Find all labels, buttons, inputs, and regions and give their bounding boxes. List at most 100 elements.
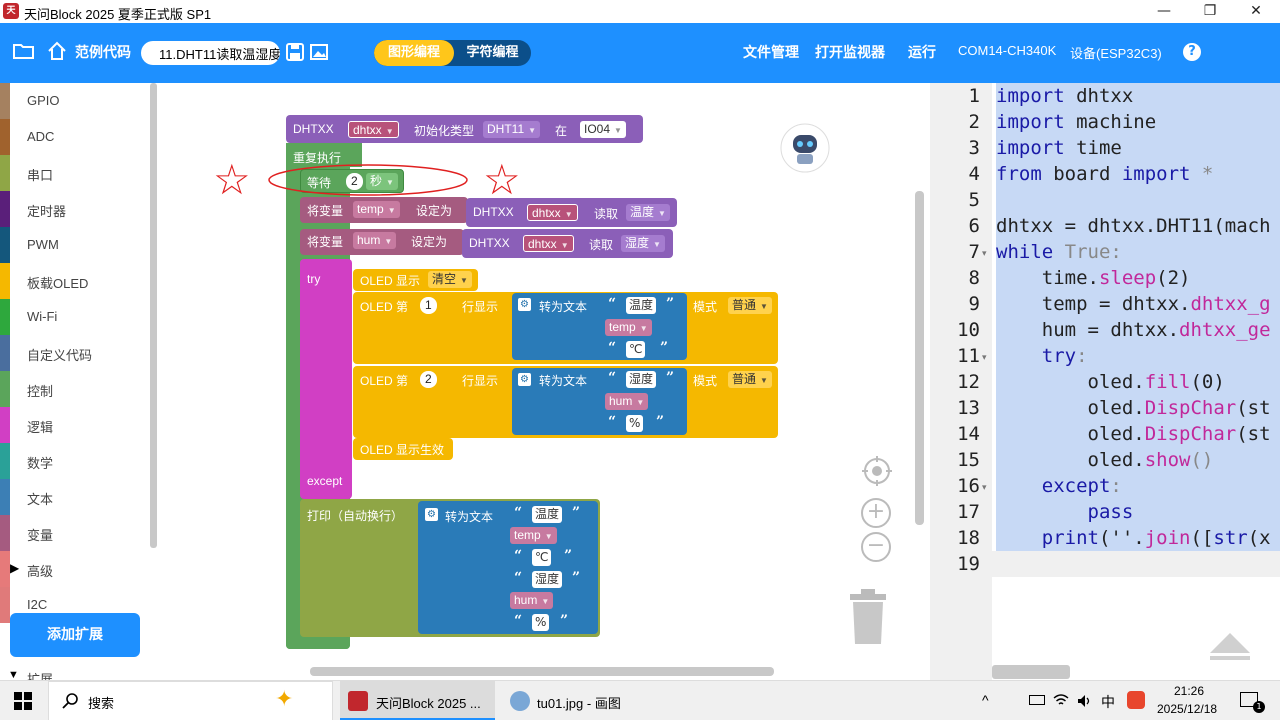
- gear-icon[interactable]: ⚙: [518, 298, 531, 311]
- battery-icon[interactable]: [1029, 695, 1045, 705]
- string-input[interactable]: %: [532, 614, 550, 631]
- gear-icon[interactable]: ⚙: [518, 373, 531, 386]
- variable-dropdown[interactable]: temp ▼: [353, 201, 400, 218]
- editor-hscroll[interactable]: [992, 665, 1070, 679]
- mode-dropdown[interactable]: 普通 ▼: [728, 297, 772, 314]
- string-input[interactable]: 温度: [626, 297, 657, 314]
- string-input[interactable]: 温度: [532, 506, 563, 523]
- fold-arrow-icon[interactable]: ▾: [982, 483, 987, 493]
- close-button[interactable]: ✕: [1233, 0, 1279, 23]
- clock-time[interactable]: 21:26: [1174, 684, 1204, 698]
- port-selector[interactable]: COM14-CH340K: [958, 43, 1056, 58]
- sidebar-item-serial[interactable]: 串口: [0, 155, 150, 191]
- minimize-button[interactable]: —: [1141, 0, 1187, 23]
- block-label: 设定为: [416, 204, 453, 218]
- sidebar-item-custom-code[interactable]: 自定义代码: [0, 335, 150, 371]
- home-icon[interactable]: [47, 41, 67, 61]
- sidebar-item-variables[interactable]: 变量: [0, 515, 150, 551]
- line-number-input[interactable]: 1: [420, 297, 437, 314]
- block-label: 初始化类型: [414, 124, 475, 138]
- tab-text-programming[interactable]: 字符编程: [454, 40, 531, 66]
- try-block[interactable]: [300, 259, 352, 499]
- restore-button[interactable]: ❐: [1187, 0, 1233, 23]
- robot-icon[interactable]: [780, 123, 830, 173]
- sidebar-item-label: 高级: [27, 564, 54, 579]
- string-input[interactable]: ℃: [626, 341, 646, 358]
- fold-arrow-icon[interactable]: ▾: [982, 353, 987, 363]
- sidebar-item-oled[interactable]: 板载OLED: [0, 263, 150, 299]
- ime-indicator[interactable]: 中: [1101, 692, 1115, 712]
- code-editor[interactable]: 1 2 3 4 5 6 7 ▾ 8 9 10 11 ▾ 12 13 14 15 …: [930, 83, 1280, 680]
- workspace-vscroll[interactable]: [915, 191, 924, 525]
- image-icon[interactable]: [310, 43, 328, 61]
- pin-dropdown[interactable]: IO04 ▼: [580, 121, 626, 138]
- app-logo-icon: [348, 691, 368, 711]
- clock-date[interactable]: 2025/12/18: [1157, 702, 1217, 716]
- line-number: 6: [968, 215, 980, 237]
- add-extension-button[interactable]: 添加扩展: [10, 613, 140, 657]
- clear-dropdown[interactable]: 清空 ▼: [428, 271, 472, 288]
- variable-dropdown[interactable]: hum ▼: [353, 232, 397, 249]
- sidebar-scrollbar[interactable]: [150, 83, 157, 548]
- workspace-hscroll[interactable]: [310, 667, 774, 676]
- sidebar-item-advanced[interactable]: ▶ 高级: [0, 551, 150, 587]
- sensor-type-dropdown[interactable]: DHT11 ▼: [483, 121, 541, 138]
- save-icon[interactable]: [286, 43, 304, 61]
- examples-button[interactable]: 范例代码: [75, 42, 131, 62]
- crosshair-icon[interactable]: [861, 455, 893, 487]
- zoom-out-icon[interactable]: −: [861, 532, 891, 562]
- sidebar-item-extensions[interactable]: ▼ 扩展: [0, 659, 150, 680]
- gear-icon[interactable]: ⚙: [425, 508, 438, 521]
- sidebar-item-control[interactable]: 控制: [0, 371, 150, 407]
- windows-start-icon[interactable]: [14, 692, 32, 710]
- expand-arrow-icon: ▶: [10, 561, 20, 575]
- sidebar-item-math[interactable]: 数学: [0, 443, 150, 479]
- block-workspace[interactable]: DHTXX dhtxx ▼ 初始化类型 DHT11 ▼ 在 IO04 ▼ 重复执行 等…: [158, 83, 930, 680]
- category-sidebar: GPIO ADC 串口 定时器 PWM 板载OLED Wi-Fi 自定义代码 控…: [0, 83, 158, 680]
- sidebar-item-text[interactable]: 文本: [0, 479, 150, 515]
- measure-dropdown[interactable]: 温度 ▼: [626, 204, 670, 221]
- wifi-icon[interactable]: [1053, 693, 1069, 707]
- variable-dropdown[interactable]: hum ▼: [510, 592, 554, 609]
- filename-field[interactable]: 11.DHT11读取温湿度: [141, 41, 280, 65]
- sidebar-item-gpio[interactable]: GPIO: [0, 83, 150, 119]
- zoom-in-icon[interactable]: +: [861, 498, 891, 528]
- sidebar-item-timer[interactable]: 定时器: [0, 191, 150, 227]
- trash-icon[interactable]: [846, 588, 890, 646]
- scroll-to-top-icon[interactable]: [1208, 631, 1252, 661]
- ime-logo-icon[interactable]: [1127, 691, 1145, 709]
- variable-dropdown[interactable]: dhtxx ▼: [523, 235, 574, 252]
- variable-dropdown[interactable]: dhtxx ▼: [348, 121, 399, 138]
- search-highlight-icon: ✦: [275, 687, 294, 712]
- measure-dropdown[interactable]: 湿度 ▼: [621, 235, 665, 252]
- string-input[interactable]: ℃: [532, 549, 552, 566]
- help-icon[interactable]: ?: [1183, 43, 1201, 61]
- run-button[interactable]: 运行: [908, 42, 936, 62]
- folder-icon[interactable]: [13, 42, 35, 60]
- string-input[interactable]: %: [626, 415, 644, 432]
- code-line: temp = dhtxx.dhtxx_g: [996, 293, 1271, 315]
- code-line: oled.show(): [996, 449, 1214, 471]
- sidebar-item-logic[interactable]: 逻辑: [0, 407, 150, 443]
- chevron-down-icon: ▼: [560, 241, 569, 250]
- volume-icon[interactable]: [1077, 693, 1093, 709]
- sidebar-item-adc[interactable]: ADC: [0, 119, 150, 155]
- line-number-input[interactable]: 2: [420, 371, 437, 388]
- string-input[interactable]: 湿度: [532, 571, 563, 588]
- device-selector[interactable]: 设备(ESP32C3): [1070, 43, 1162, 62]
- quote-icon: “: [514, 613, 523, 629]
- chevron-up-icon[interactable]: ^: [982, 692, 989, 708]
- variable-dropdown[interactable]: dhtxx ▼: [527, 204, 578, 221]
- variable-dropdown[interactable]: temp ▼: [605, 319, 652, 336]
- mode-dropdown[interactable]: 普通 ▼: [728, 371, 772, 388]
- fold-arrow-icon[interactable]: ▾: [982, 249, 987, 259]
- file-manager-button[interactable]: 文件管理: [743, 42, 799, 62]
- tab-graphic-programming[interactable]: 图形编程: [374, 40, 454, 66]
- code-line: import dhtxx: [996, 85, 1134, 107]
- open-monitor-button[interactable]: 打开监视器: [815, 42, 885, 62]
- string-input[interactable]: 湿度: [626, 371, 657, 388]
- variable-dropdown[interactable]: temp ▼: [510, 527, 557, 544]
- sidebar-item-wifi[interactable]: Wi-Fi: [0, 299, 150, 335]
- variable-dropdown[interactable]: hum ▼: [605, 393, 649, 410]
- sidebar-item-pwm[interactable]: PWM: [0, 227, 150, 263]
